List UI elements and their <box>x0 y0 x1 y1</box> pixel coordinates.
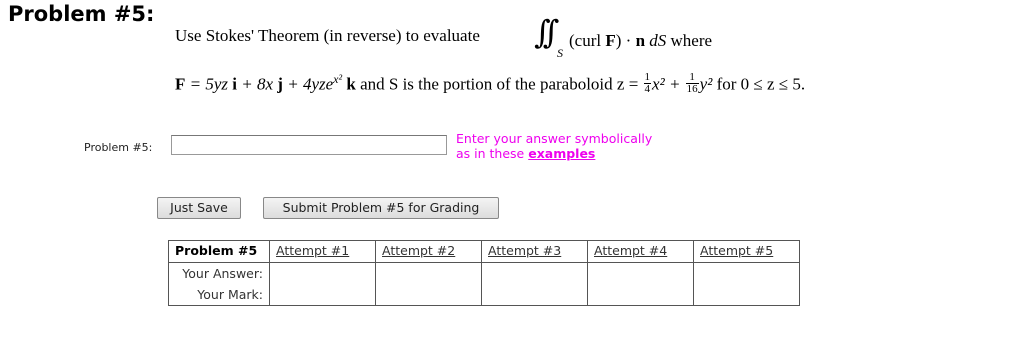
attempts-table: Problem #5 Attempt #1 Attempt #2 Attempt… <box>168 240 800 306</box>
attempt-link-1[interactable]: Attempt #1 <box>276 243 349 258</box>
y-squared-term: y² <box>699 74 713 94</box>
answer-cell-5 <box>693 262 800 284</box>
vector-field-F: F <box>175 74 186 94</box>
integrand-n: n <box>635 31 646 50</box>
integrand-where: where <box>666 31 713 50</box>
F-term3: + 4yze <box>282 74 334 94</box>
integrand-b: ) · <box>615 31 636 50</box>
integrand-dS: dS <box>645 31 667 50</box>
fraction-sixteenth: 1 16 <box>685 72 699 96</box>
mark-cell-3 <box>481 284 588 306</box>
answer-input[interactable] <box>171 135 447 155</box>
attempt-header-3[interactable]: Attempt #3 <box>481 240 588 263</box>
attempt-link-5[interactable]: Attempt #5 <box>700 243 773 258</box>
mark-cell-5 <box>693 284 800 306</box>
attempts-header-row: Problem #5 Attempt #1 Attempt #2 Attempt… <box>168 240 800 263</box>
answer-cell-3 <box>481 262 588 284</box>
attempt-link-3[interactable]: Attempt #3 <box>488 243 561 258</box>
attempt-header-4[interactable]: Attempt #4 <box>587 240 694 263</box>
examples-link[interactable]: examples <box>528 146 595 161</box>
your-answer-row: Your Answer: <box>168 262 800 284</box>
surface-description: and S is the portion of the paraboloid z… <box>355 74 643 94</box>
answer-cell-1 <box>269 262 376 284</box>
attempt-link-2[interactable]: Attempt #2 <box>382 243 455 258</box>
answer-cell-2 <box>375 262 482 284</box>
attempt-link-4[interactable]: Attempt #4 <box>594 243 667 258</box>
unit-k: k <box>346 74 356 94</box>
mark-cell-4 <box>587 284 694 306</box>
z-bounds: for 0 ≤ z ≤ 5. <box>712 74 806 94</box>
attempt-header-2[interactable]: Attempt #2 <box>375 240 482 263</box>
integral-subscript: S <box>557 46 563 60</box>
answer-cell-4 <box>587 262 694 284</box>
submit-button[interactable]: Submit Problem #5 for Grading <box>263 197 499 219</box>
hint-line2: as in these examples <box>456 146 652 161</box>
problem-statement-line2: F = 5yz i + 8x j + 4yzex² k and S is the… <box>175 72 805 97</box>
frac2-den: 16 <box>686 83 698 96</box>
frac1-den: 4 <box>644 83 651 96</box>
answer-hint: Enter your answer symbolically as in the… <box>456 131 652 161</box>
just-save-button[interactable]: Just Save <box>157 197 241 219</box>
integrand-F: F <box>605 31 616 50</box>
mark-cell-1 <box>269 284 376 306</box>
fraction-quarter: 14 <box>643 72 652 96</box>
x-squared-term: x² + <box>652 74 685 94</box>
your-mark-row: Your Mark: <box>168 284 800 306</box>
problem-statement-line1: Use Stokes' Theorem (in reverse) to eval… <box>175 26 480 46</box>
exponent: x² <box>333 72 343 86</box>
attempt-header-1[interactable]: Attempt #1 <box>269 240 376 263</box>
page-title: Problem #5: <box>8 2 155 26</box>
your-mark-label: Your Mark: <box>168 284 270 306</box>
statement-intro: Use Stokes' Theorem (in reverse) to eval… <box>175 26 480 45</box>
mark-cell-2 <box>375 284 482 306</box>
hint-prefix: as in these <box>456 146 529 161</box>
double-integral-sign: ∫∫ <box>534 13 560 51</box>
F-term2: + 8x <box>237 74 278 94</box>
your-answer-label: Your Answer: <box>168 262 270 284</box>
integrand: (curl F) · n dS where <box>569 31 712 51</box>
attempt-header-5[interactable]: Attempt #5 <box>693 240 800 263</box>
answer-label: Problem #5: <box>84 141 153 154</box>
attempts-header-problem: Problem #5 <box>168 240 270 263</box>
hint-line1: Enter your answer symbolically <box>456 131 653 146</box>
F-term1: = 5yz <box>185 74 233 94</box>
integrand-a: (curl <box>569 31 606 50</box>
